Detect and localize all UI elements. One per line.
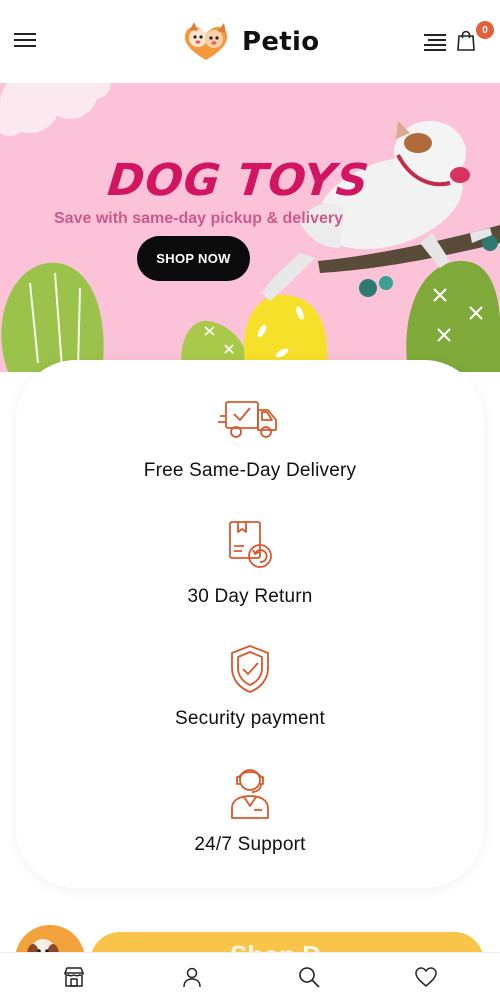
- feature-label: 30 Day Return: [187, 586, 313, 607]
- lines-menu-icon[interactable]: [424, 34, 446, 51]
- feature-support: 24/7 Support: [16, 766, 484, 856]
- hamburger-menu-icon[interactable]: [14, 33, 36, 51]
- brand-logo[interactable]: Petio: [178, 20, 319, 64]
- features-card: Free Same-Day Delivery 30 Day Return Sec…: [16, 360, 484, 888]
- nav-wishlist[interactable]: [414, 965, 438, 989]
- shield-check-icon: [231, 645, 269, 693]
- app-header: Petio 0: [0, 0, 500, 83]
- support-agent-icon: [231, 769, 269, 819]
- heart-icon: [415, 967, 437, 987]
- nav-search[interactable]: [297, 965, 321, 989]
- feature-label: Security payment: [175, 708, 325, 729]
- hero-banner: DOG TOYS Save with same-day pickup & del…: [0, 83, 500, 372]
- cart-count-badge: 0: [476, 21, 494, 39]
- banner-subtitle: Save with same-day pickup & delivery: [54, 210, 344, 227]
- banner-title: DOG TOYS: [105, 155, 372, 206]
- shopping-bag-icon: [457, 30, 475, 51]
- store-icon: [64, 967, 84, 987]
- shop-now-button[interactable]: SHOP NOW: [137, 236, 250, 281]
- feature-return: 30 Day Return: [16, 518, 484, 608]
- nav-store[interactable]: [62, 965, 86, 989]
- search-icon: [299, 967, 320, 988]
- feature-security: Security payment: [16, 644, 484, 730]
- feature-delivery: Free Same-Day Delivery: [16, 396, 484, 482]
- delivery-truck-icon: [218, 401, 277, 438]
- cart-button[interactable]: 0: [454, 21, 494, 54]
- pet-logo-icon: [184, 22, 228, 60]
- return-box-icon: [229, 521, 272, 568]
- brand-name: Petio: [242, 27, 320, 57]
- nav-account[interactable]: [180, 965, 204, 989]
- feature-label: 24/7 Support: [194, 834, 306, 855]
- user-icon: [183, 967, 201, 988]
- bottom-navigation: [0, 952, 500, 1000]
- feature-label: Free Same-Day Delivery: [143, 460, 357, 481]
